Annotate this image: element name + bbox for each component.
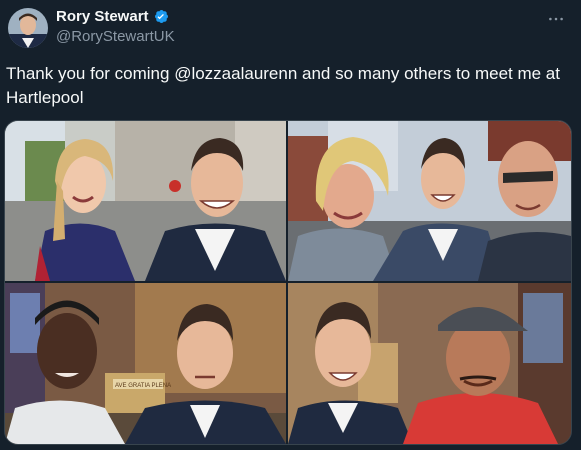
avatar-image: [8, 8, 48, 48]
photo-4[interactable]: [288, 283, 571, 444]
author-handle[interactable]: @RoryStewartUK: [56, 28, 175, 45]
photo-2-image: [288, 121, 571, 281]
photo-2[interactable]: [288, 121, 571, 281]
author-name[interactable]: Rory Stewart: [56, 8, 149, 25]
tweet-text: Thank you for coming @lozzaalaurenn and …: [6, 64, 560, 107]
photo-1-image: [5, 121, 286, 281]
author-name-row: Rory Stewart: [56, 8, 170, 25]
verified-badge-icon: [153, 8, 170, 25]
svg-text:AVE GRATIA PLENA: AVE GRATIA PLENA: [115, 383, 171, 389]
more-horizontal-icon[interactable]: [545, 8, 567, 30]
media-grid: AVE GRATIA PLENA: [4, 120, 572, 445]
avatar[interactable]: [8, 8, 48, 48]
photo-1[interactable]: [5, 121, 286, 281]
photo-3[interactable]: AVE GRATIA PLENA: [5, 283, 286, 444]
photo-4-image: [288, 283, 571, 444]
photo-3-image: AVE GRATIA PLENA: [5, 283, 286, 444]
